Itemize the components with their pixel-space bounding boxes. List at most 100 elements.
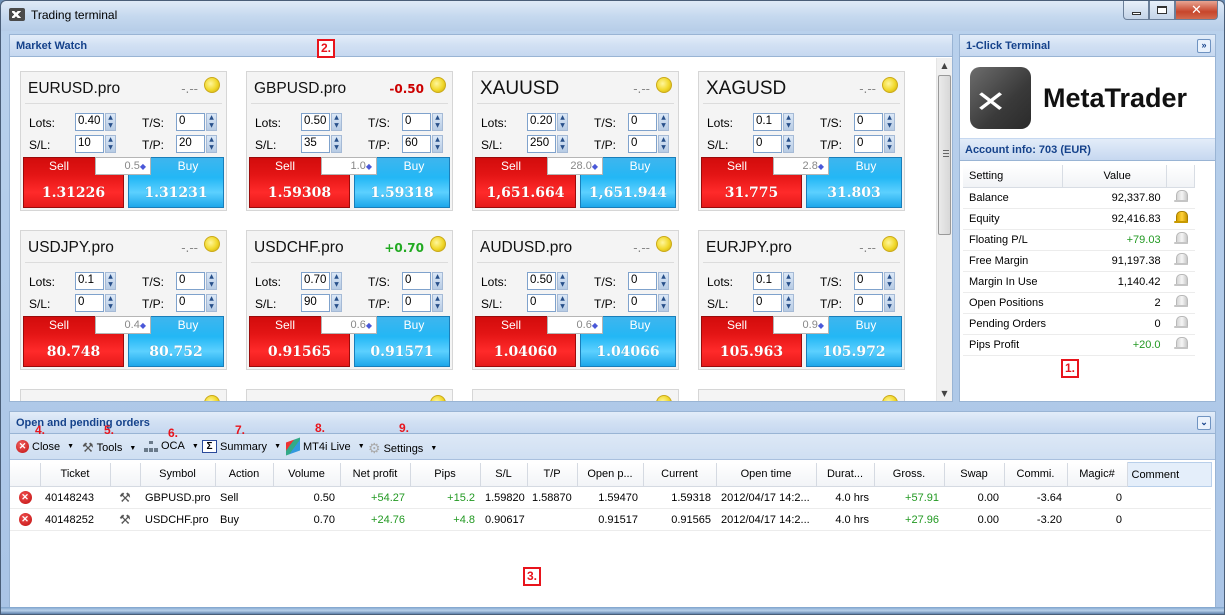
coin-icon[interactable] [882, 77, 898, 93]
account-row[interactable]: Pending Orders 0 [963, 313, 1195, 335]
account-row[interactable]: Open Positions 2 [963, 292, 1195, 314]
column-header-volume[interactable]: Volume [273, 462, 341, 487]
account-row[interactable]: Floating P/L +79.03 [963, 229, 1195, 251]
ts-input[interactable]: 0 [628, 272, 657, 290]
market-watch-scrollbar[interactable]: ▲ ▼ [936, 58, 952, 401]
coin-icon[interactable] [656, 395, 672, 401]
alert-toggle[interactable] [1166, 292, 1195, 314]
alert-toggle[interactable] [1166, 334, 1195, 356]
coin-icon[interactable] [204, 395, 220, 401]
sl-spinner-icon[interactable]: ▲ ▼ [557, 135, 568, 153]
alert-toggle[interactable] [1166, 229, 1195, 251]
minimize-button[interactable] [1123, 1, 1149, 20]
alert-toggle[interactable] [1166, 208, 1195, 230]
tp-spinner-icon[interactable]: ▲ ▼ [206, 294, 217, 312]
sl-input[interactable]: 0 [753, 294, 782, 312]
toolbar-settings-button[interactable]: ⚙ Settings ▼ [368, 440, 437, 457]
lots-spinner-icon[interactable]: ▲ ▼ [783, 272, 794, 290]
collapse-down-icon[interactable]: ⌄ [1197, 416, 1211, 430]
coin-icon[interactable] [882, 236, 898, 252]
column-header-setting[interactable]: Setting [963, 165, 1064, 188]
tp-input[interactable]: 0 [176, 294, 205, 312]
lots-input[interactable]: 0.50 [301, 113, 330, 131]
sl-spinner-icon[interactable]: ▲ ▼ [105, 135, 116, 153]
ts-spinner-icon[interactable]: ▲ ▼ [658, 272, 669, 290]
lots-spinner-icon[interactable]: ▲ ▼ [331, 113, 342, 131]
order-row[interactable]: ✕ 40148243 ⚒ GBPUSD.pro Sell 0.50 +54.27 +15.2 1… [10, 486, 1211, 509]
tp-input[interactable]: 0 [854, 294, 883, 312]
toolbar-tools-button[interactable]: ⚒ Tools ▼ [82, 440, 136, 456]
toolbar-summary-button[interactable]: Σ Summary ▼ [202, 440, 281, 453]
column-header-symbol[interactable]: Symbol [140, 462, 216, 487]
ts-input[interactable]: 0 [176, 272, 205, 290]
column-header-ticket[interactable]: Ticket [40, 462, 111, 487]
spread-selector[interactable]: 2.8◆ [773, 157, 829, 175]
order-row[interactable]: ✕ 40148252 ⚒ USDCHF.pro Buy 0.70 +24.76 +4.8 0.9… [10, 508, 1211, 531]
tp-spinner-icon[interactable]: ▲ ▼ [432, 294, 443, 312]
tp-spinner-icon[interactable]: ▲ ▼ [432, 135, 443, 153]
lots-input[interactable]: 0.1 [75, 272, 104, 290]
spread-selector[interactable]: 28.0◆ [547, 157, 603, 175]
coin-icon[interactable] [656, 77, 672, 93]
ts-spinner-icon[interactable]: ▲ ▼ [432, 272, 443, 290]
account-row[interactable]: Balance 92,337.80 [963, 187, 1195, 209]
toolbar-oca-button[interactable]: OCA ▼ [144, 440, 199, 452]
order-tools-button[interactable]: ⚒ [110, 508, 140, 531]
lots-input[interactable]: 0.40 [75, 113, 104, 131]
column-header-comment[interactable]: Comment [1126, 462, 1212, 487]
column-header-pips[interactable]: Pips [410, 462, 481, 487]
tp-input[interactable]: 60 [402, 135, 431, 153]
sl-spinner-icon[interactable]: ▲ ▼ [783, 135, 794, 153]
scrollbar-thumb[interactable] [938, 75, 951, 235]
column-header-value[interactable]: Value [1062, 165, 1168, 188]
lots-spinner-icon[interactable]: ▲ ▼ [783, 113, 794, 131]
column-header-s-l[interactable]: S/L [480, 462, 528, 487]
ts-spinner-icon[interactable]: ▲ ▼ [206, 113, 217, 131]
lots-input[interactable]: 0.50 [527, 272, 556, 290]
sl-input[interactable]: 0 [75, 294, 104, 312]
column-header-current[interactable]: Current [643, 462, 717, 487]
lots-input[interactable]: 0.20 [527, 113, 556, 131]
ts-input[interactable]: 0 [402, 113, 431, 131]
tp-spinner-icon[interactable]: ▲ ▼ [884, 294, 895, 312]
lots-spinner-icon[interactable]: ▲ ▼ [105, 113, 116, 131]
column-header-swap[interactable]: Swap [944, 462, 1005, 487]
account-row[interactable]: Free Margin 91,197.38 [963, 250, 1195, 272]
collapse-right-icon[interactable]: » [1197, 39, 1211, 53]
tp-spinner-icon[interactable]: ▲ ▼ [658, 294, 669, 312]
tp-spinner-icon[interactable]: ▲ ▼ [658, 135, 669, 153]
maximize-button[interactable] [1149, 1, 1175, 20]
sl-input[interactable]: 35 [301, 135, 330, 153]
coin-icon[interactable] [430, 395, 446, 401]
scroll-up-arrow-icon[interactable]: ▲ [937, 58, 952, 73]
alert-toggle[interactable] [1166, 187, 1195, 209]
column-header-icon-2[interactable] [110, 462, 141, 487]
toolbar-close-button[interactable]: ✕ Close ▼ [16, 440, 74, 453]
column-header-commi[interactable]: Commi. [1004, 462, 1068, 487]
spread-selector[interactable]: 0.4◆ [95, 316, 151, 334]
ts-input[interactable]: 0 [628, 113, 657, 131]
column-header-icon-0[interactable] [10, 462, 41, 487]
tp-input[interactable]: 20 [176, 135, 205, 153]
sl-spinner-icon[interactable]: ▲ ▼ [331, 294, 342, 312]
alert-toggle[interactable] [1166, 313, 1195, 335]
sl-spinner-icon[interactable]: ▲ ▼ [783, 294, 794, 312]
column-header-magic[interactable]: Magic# [1067, 462, 1128, 487]
ts-spinner-icon[interactable]: ▲ ▼ [206, 272, 217, 290]
column-header-t-p[interactable]: T/P [527, 462, 578, 487]
coin-icon[interactable] [882, 395, 898, 401]
column-header-action[interactable]: Action [215, 462, 274, 487]
ts-input[interactable]: 0 [402, 272, 431, 290]
ts-input[interactable]: 0 [176, 113, 205, 131]
lots-spinner-icon[interactable]: ▲ ▼ [557, 272, 568, 290]
tp-spinner-icon[interactable]: ▲ ▼ [884, 135, 895, 153]
ts-input[interactable]: 0 [854, 113, 883, 131]
lots-input[interactable]: 0.1 [753, 272, 782, 290]
lots-spinner-icon[interactable]: ▲ ▼ [105, 272, 116, 290]
account-row[interactable]: Pips Profit +20.0 [963, 334, 1195, 356]
column-header-gross[interactable]: Gross. [874, 462, 945, 487]
spread-selector[interactable]: 0.6◆ [547, 316, 603, 334]
spread-selector[interactable]: 1.0◆ [321, 157, 377, 175]
account-row[interactable]: Margin In Use 1,140.42 [963, 271, 1195, 293]
lots-spinner-icon[interactable]: ▲ ▼ [331, 272, 342, 290]
